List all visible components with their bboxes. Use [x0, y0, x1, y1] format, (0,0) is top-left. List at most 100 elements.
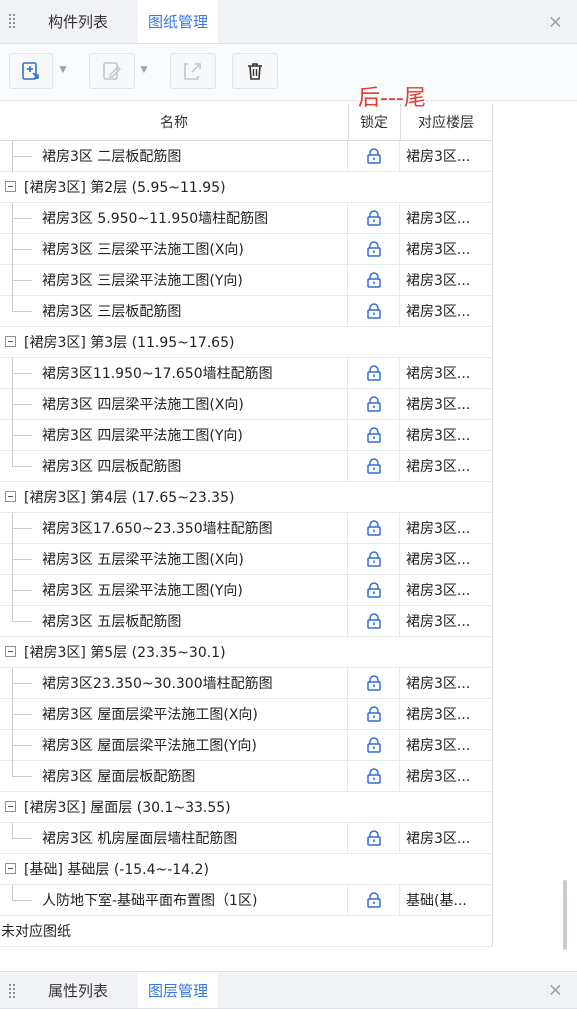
lock-cell[interactable]: [348, 761, 400, 791]
tab-drawing-management[interactable]: 图纸管理: [138, 0, 219, 43]
name-cell: 裙房3区 二层板配筋图: [0, 141, 348, 172]
drawing-row[interactable]: 人防地下室-基础平面布置图（1区) 基础(基...: [0, 885, 492, 916]
group-row[interactable]: [裙房3区] 第3层 (11.95~17.65): [0, 327, 492, 358]
floor-cell[interactable]: 基础(基...: [400, 885, 492, 915]
lock-icon: [366, 675, 381, 691]
lock-cell[interactable]: [348, 823, 400, 853]
toolbar: ▼ ▼: [0, 44, 577, 101]
lock-cell[interactable]: [348, 699, 400, 729]
tree-line: [12, 823, 13, 839]
tree-line: [12, 311, 32, 312]
drawing-row[interactable]: 裙房3区 二层板配筋图 裙房3区...: [0, 141, 492, 172]
drawing-name: 裙房3区 四层板配筋图: [42, 459, 182, 475]
lock-cell[interactable]: [348, 141, 400, 171]
drawing-row[interactable]: 裙房3区 三层梁平法施工图(X向) 裙房3区...: [0, 234, 492, 265]
lock-cell[interactable]: [348, 234, 400, 264]
table-body: 裙房3区 二层板配筋图 裙房3区... [裙房3区] 第2层 (5.95~11.95…: [0, 141, 492, 947]
lock-cell[interactable]: [348, 513, 400, 543]
collapse-toggle-icon[interactable]: [5, 336, 16, 347]
annotation-text: 后---尾: [358, 86, 426, 111]
group-row[interactable]: [裙房3区] 第4层 (17.65~23.35): [0, 482, 492, 513]
delete-button[interactable]: [232, 53, 278, 89]
drawing-row[interactable]: 裙房3区 屋面层板配筋图 裙房3区...: [0, 761, 492, 792]
name-cell: 裙房3区11.950~17.650墙柱配筋图: [0, 358, 348, 389]
floor-cell[interactable]: 裙房3区...: [400, 234, 492, 264]
tab-layer-management[interactable]: 图层管理: [138, 972, 219, 1008]
drawing-row[interactable]: 裙房3区 5.950~11.950墙柱配筋图 裙房3区...: [0, 203, 492, 234]
floor-cell[interactable]: 裙房3区...: [400, 761, 492, 791]
floor-cell[interactable]: 裙房3区...: [400, 823, 492, 853]
tab-property-list[interactable]: 属性列表: [38, 972, 118, 1008]
lock-icon: [366, 582, 381, 598]
floor-cell[interactable]: 裙房3区...: [400, 358, 492, 388]
drawing-row[interactable]: 裙房3区 五层梁平法施工图(Y向) 裙房3区...: [0, 575, 492, 606]
lock-cell[interactable]: [348, 885, 400, 915]
drawing-row[interactable]: 裙房3区 四层梁平法施工图(X向) 裙房3区...: [0, 389, 492, 420]
lock-cell[interactable]: [348, 544, 400, 574]
drawing-name: 裙房3区 屋面层板配筋图: [42, 769, 196, 785]
floor-cell[interactable]: 裙房3区...: [400, 699, 492, 729]
unassigned-row[interactable]: 未对应图纸: [0, 916, 492, 947]
add-drawing-dropdown-icon[interactable]: ▼: [56, 53, 70, 87]
drawing-row[interactable]: 裙房3区 三层板配筋图 裙房3区...: [0, 296, 492, 327]
group-row[interactable]: [裙房3区] 第5层 (23.35~30.1): [0, 637, 492, 668]
drawing-row[interactable]: 裙房3区 四层板配筋图 裙房3区...: [0, 451, 492, 482]
floor-cell[interactable]: 裙房3区...: [400, 668, 492, 698]
tab-component-list[interactable]: 构件列表: [38, 0, 118, 43]
collapse-toggle-icon[interactable]: [5, 491, 16, 502]
lock-cell[interactable]: [348, 451, 400, 481]
floor-cell[interactable]: 裙房3区...: [400, 141, 492, 171]
scrollbar[interactable]: [563, 880, 567, 950]
edit-drawing-dropdown-icon[interactable]: ▼: [137, 53, 151, 87]
lock-cell[interactable]: [348, 730, 400, 760]
lock-cell[interactable]: [348, 606, 400, 636]
drawing-row[interactable]: 裙房3区17.650~23.350墙柱配筋图 裙房3区...: [0, 513, 492, 544]
lock-cell[interactable]: [348, 265, 400, 295]
drawing-row[interactable]: 裙房3区 五层梁平法施工图(X向) 裙房3区...: [0, 544, 492, 575]
collapse-toggle-icon[interactable]: [5, 181, 16, 192]
floor-cell[interactable]: 裙房3区...: [400, 606, 492, 636]
tree-line: [12, 435, 32, 436]
group-cell: [裙房3区] 屋面层 (30.1~33.55): [0, 792, 492, 822]
edit-drawing-button[interactable]: [89, 53, 135, 89]
collapse-toggle-icon[interactable]: [5, 801, 16, 812]
close-icon[interactable]: ×: [548, 11, 563, 32]
drawing-row[interactable]: 裙房3区 五层板配筋图 裙房3区...: [0, 606, 492, 637]
drawing-row[interactable]: 裙房3区 屋面层梁平法施工图(X向) 裙房3区...: [0, 699, 492, 730]
drawing-row[interactable]: 裙房3区 四层梁平法施工图(Y向) 裙房3区...: [0, 420, 492, 451]
floor-cell[interactable]: 裙房3区...: [400, 513, 492, 543]
lock-cell[interactable]: [348, 296, 400, 326]
collapse-toggle-icon[interactable]: [5, 646, 16, 657]
floor-cell[interactable]: 裙房3区...: [400, 544, 492, 574]
floor-cell[interactable]: 裙房3区...: [400, 265, 492, 295]
lock-cell[interactable]: [348, 389, 400, 419]
drawing-row[interactable]: 裙房3区11.950~17.650墙柱配筋图 裙房3区...: [0, 358, 492, 389]
name-cell: 裙房3区 三层板配筋图: [0, 296, 348, 326]
floor-cell[interactable]: 裙房3区...: [400, 296, 492, 326]
drag-handle-icon[interactable]: [9, 984, 15, 998]
group-row[interactable]: [基础] 基础层 (-15.4~-14.2): [0, 854, 492, 885]
group-row[interactable]: [裙房3区] 第2层 (5.95~11.95): [0, 172, 492, 203]
lock-cell[interactable]: [348, 203, 400, 233]
group-row[interactable]: [裙房3区] 屋面层 (30.1~33.55): [0, 792, 492, 823]
export-drawing-button[interactable]: [170, 53, 216, 89]
drawing-row[interactable]: 裙房3区23.350~30.300墙柱配筋图 裙房3区...: [0, 668, 492, 699]
collapse-toggle-icon[interactable]: [5, 863, 16, 874]
column-header-name[interactable]: 名称: [0, 104, 349, 140]
drawing-row[interactable]: 裙房3区 机房屋面层墙柱配筋图 裙房3区...: [0, 823, 492, 854]
lock-cell[interactable]: [348, 358, 400, 388]
drawing-row[interactable]: 裙房3区 三层梁平法施工图(Y向) 裙房3区...: [0, 265, 492, 296]
floor-cell[interactable]: 裙房3区...: [400, 420, 492, 450]
floor-cell[interactable]: 裙房3区...: [400, 730, 492, 760]
lock-cell[interactable]: [348, 575, 400, 605]
floor-cell[interactable]: 裙房3区...: [400, 389, 492, 419]
lock-cell[interactable]: [348, 420, 400, 450]
close-icon[interactable]: ×: [548, 980, 563, 1001]
floor-cell[interactable]: 裙房3区...: [400, 451, 492, 481]
floor-cell[interactable]: 裙房3区...: [400, 575, 492, 605]
drawing-row[interactable]: 裙房3区 屋面层梁平法施工图(Y向) 裙房3区...: [0, 730, 492, 761]
floor-cell[interactable]: 裙房3区...: [400, 203, 492, 233]
drag-handle-icon[interactable]: [9, 14, 15, 28]
lock-cell[interactable]: [348, 668, 400, 698]
add-drawing-button[interactable]: [9, 53, 53, 89]
